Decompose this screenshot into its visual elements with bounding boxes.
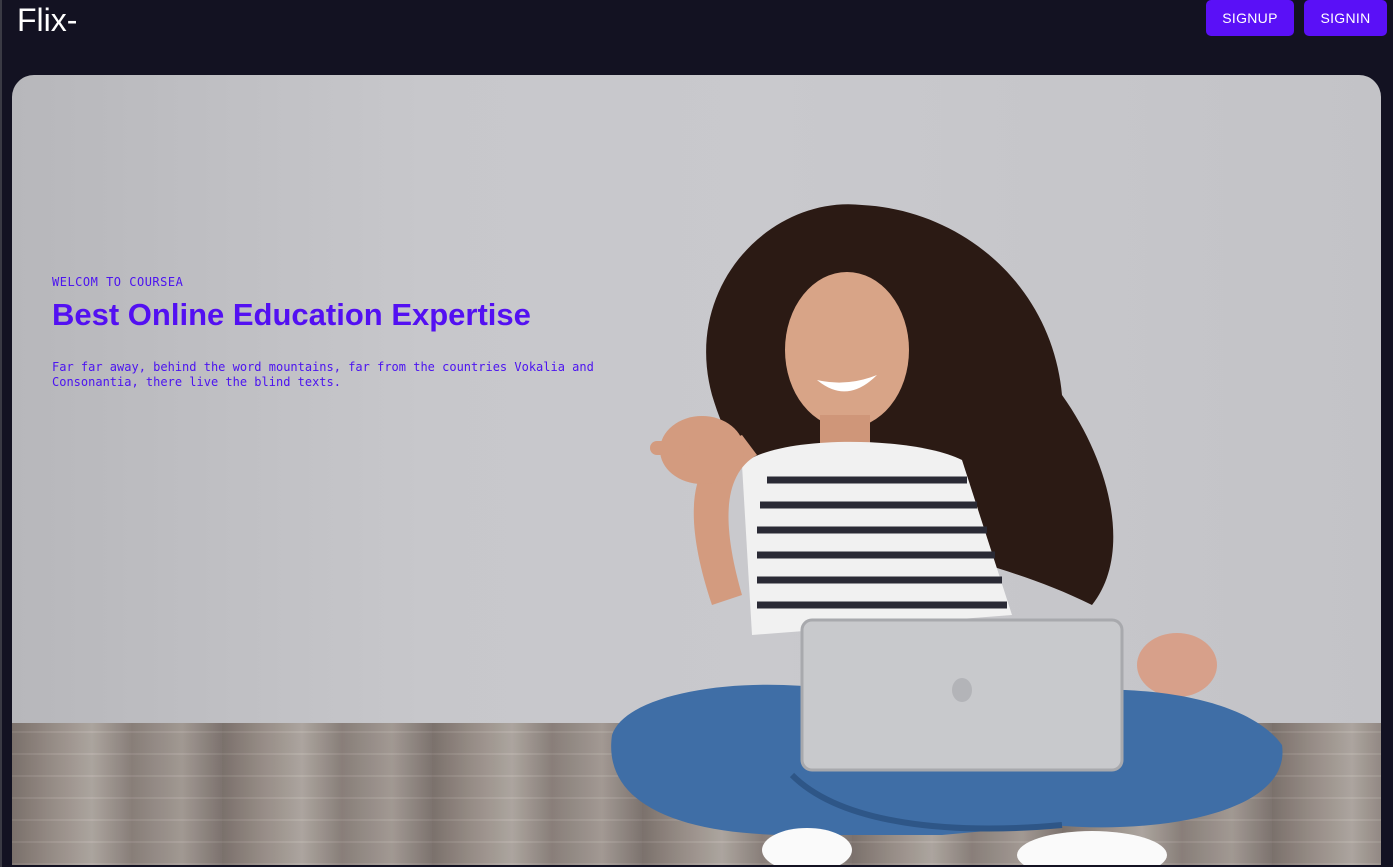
brand-logo[interactable]: Flix- [17, 2, 77, 39]
signin-button[interactable]: SIGNIN [1304, 0, 1387, 36]
page: Flix- SIGNUP SIGNIN WELCOM TO COURSEA Be… [0, 0, 1393, 867]
hero-headline: Best Online Education Expertise [52, 297, 531, 332]
student-with-laptop-image [611, 204, 1283, 865]
hero-banner: WELCOM TO COURSEA Best Online Education … [12, 75, 1381, 865]
hero-description: Far far away, behind the word mountains,… [52, 360, 594, 389]
hero-kicker: WELCOM TO COURSEA [52, 275, 184, 289]
signup-button[interactable]: SIGNUP [1206, 0, 1294, 36]
